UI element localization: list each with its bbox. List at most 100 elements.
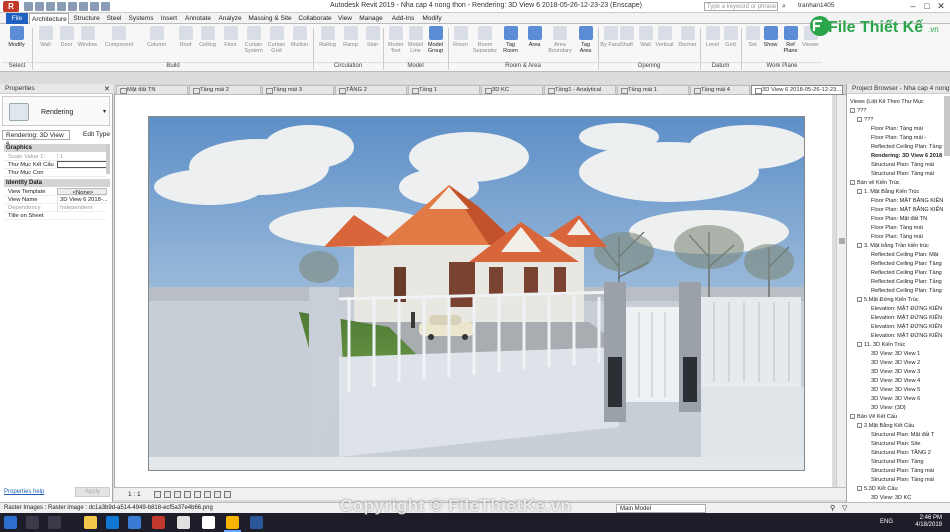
hide-icon[interactable] <box>214 491 221 498</box>
instance-selector[interactable]: Rendering: 3D View 6 <box>2 130 70 148</box>
apply-button[interactable]: Apply <box>75 487 110 497</box>
tab-add-ins[interactable]: Add-Ins <box>388 13 418 24</box>
active-model-select[interactable]: Main Model <box>616 504 706 513</box>
property-row[interactable]: Title on Sheet <box>4 212 106 220</box>
tab-structure[interactable]: Structure <box>71 13 102 24</box>
tab-file[interactable]: File <box>6 13 28 24</box>
temporary-hide-icon[interactable] <box>224 491 231 498</box>
browser-item[interactable]: 3D View: 3D View 5 <box>871 386 920 394</box>
browser-item[interactable]: Floor Plan: Tầng mái <box>871 233 923 241</box>
word-icon[interactable] <box>250 516 263 529</box>
browser-item[interactable]: -11. 3D Kiến Trúc <box>857 341 905 349</box>
property-row[interactable]: View Template <None> <box>4 188 107 196</box>
collapse-toggle-icon[interactable]: - <box>850 108 855 114</box>
tab-view[interactable]: View <box>336 13 354 24</box>
browser-item[interactable]: - Bản Vẽ Kết Cấu <box>850 413 897 421</box>
browser-item[interactable]: Reflected Ceiling Plan: Tầng <box>871 143 942 151</box>
collapse-toggle-icon[interactable]: - <box>857 117 862 123</box>
text-icon[interactable] <box>90 2 99 11</box>
modify-tool[interactable]: Modify <box>6 26 27 60</box>
view-tab[interactable]: Tầng1 - Analytical <box>544 85 616 95</box>
model-group-tool[interactable]: Model Group <box>425 26 446 60</box>
browser-item[interactable]: Reflected Ceiling Plan: Tầng <box>871 287 942 295</box>
undo-icon[interactable] <box>46 2 55 11</box>
browser-item[interactable]: Structural Plan: Tầng mái <box>871 476 934 484</box>
measure-icon[interactable] <box>79 2 88 11</box>
browser-item[interactable]: Views (Liệt Kê Theo Thư Mục <box>850 98 924 106</box>
view-scale[interactable]: 1 : 1 <box>128 491 141 498</box>
tab-massing-site[interactable]: Massing & Site <box>246 13 294 24</box>
roof-tool[interactable]: Roof <box>175 26 196 60</box>
search-icon[interactable]: ⌕ <box>782 3 786 11</box>
railing-tool[interactable]: Railing <box>317 26 338 60</box>
property-row[interactable]: Thư Mục Con <box>4 169 106 177</box>
edge-icon[interactable] <box>106 516 119 529</box>
view-tab[interactable]: TẦNG 2 <box>335 85 407 95</box>
view-tab-active[interactable]: 3D View 6 2018-05-26-12-23... <box>751 85 843 95</box>
print-icon[interactable] <box>68 2 77 11</box>
dormer-tool[interactable]: Dormer <box>677 26 698 60</box>
browser-item[interactable]: -2.Mặt Bằng Kết Cấu <box>857 422 914 430</box>
view-tab[interactable]: Tầng mái 1 <box>617 85 689 95</box>
column-tool[interactable]: Column <box>146 26 167 60</box>
browser-item[interactable]: Structural Plan: Tầng mái <box>871 161 934 169</box>
show-tool[interactable]: Show <box>760 26 781 60</box>
browser-item[interactable]: - Bản vẽ Kiến Trúc <box>850 179 900 187</box>
3d-view-icon[interactable] <box>101 2 110 11</box>
ref-plane-tool[interactable]: Ref Plane <box>780 26 801 60</box>
scroll-thumb[interactable] <box>839 238 845 244</box>
browser-item[interactable]: Reflected Ceiling Plan: Tầng <box>871 269 942 277</box>
tab-architecture[interactable]: Architecture <box>29 13 69 24</box>
view-tab[interactable]: 3D KC <box>481 85 543 95</box>
grid-tool[interactable]: Grid <box>720 26 741 60</box>
visual-style-icon[interactable] <box>164 491 171 498</box>
tab-manage[interactable]: Manage <box>356 13 386 24</box>
room-tool[interactable]: Room <box>450 26 471 60</box>
tab-annotate[interactable]: Annotate <box>182 13 214 24</box>
browser-item[interactable]: 3D View: {3D} <box>871 404 906 412</box>
system-clock[interactable]: 2:46 PM 4/18/2019 <box>915 515 942 529</box>
component-tool[interactable]: Component <box>104 26 134 60</box>
property-value-input[interactable] <box>57 161 107 168</box>
browser-item[interactable]: 3D View: 3D View 1 <box>871 350 920 358</box>
browser-item[interactable]: Structural Plan: Tầng mái <box>871 467 934 475</box>
input-language[interactable]: ENG <box>880 519 893 525</box>
browser-item[interactable]: Elevation: MẶT ĐỨNG KIẾN <box>871 305 942 313</box>
stair-tool[interactable]: Stair <box>362 26 383 60</box>
tab-steel[interactable]: Steel <box>104 13 124 24</box>
minimize-icon[interactable]: – <box>906 1 920 12</box>
notepad-icon[interactable] <box>202 516 215 529</box>
property-row[interactable]: View Name 3D View 6 2018-... <box>4 196 107 204</box>
task-view-icon[interactable] <box>48 516 61 529</box>
browser-item[interactable]: 3D View: 3D KC <box>871 494 911 502</box>
browser-item[interactable]: -5.Mặt Đứng Kiến Trúc <box>857 296 919 304</box>
browser-item[interactable]: Reflected Ceiling Plan: Mặt <box>871 251 938 259</box>
tab-analyze[interactable]: Analyze <box>216 13 244 24</box>
model-line-tool[interactable]: Model Line <box>405 26 426 60</box>
group-room-area[interactable]: Room & Area <box>449 62 597 71</box>
ceiling-tool[interactable]: Ceiling <box>197 26 218 60</box>
collapse-toggle-icon[interactable]: - <box>850 180 855 186</box>
browser-item[interactable]: Structural Plan: Tầng <box>871 458 923 466</box>
properties-help-link[interactable]: Properties help <box>4 489 44 495</box>
render-icon[interactable] <box>194 491 201 498</box>
browser-item[interactable]: Elevation: MẶT ĐỨNG KIẾN <box>871 332 942 340</box>
redo-icon[interactable] <box>57 2 66 11</box>
browser-item[interactable]: Structural Plan: Tầng mái <box>871 170 934 178</box>
store-icon[interactable] <box>128 516 141 529</box>
collapse-toggle-icon[interactable]: - <box>857 486 862 492</box>
browser-item[interactable]: 3D View: 3D View 4 <box>871 377 920 385</box>
mullion-tool[interactable]: Mullion <box>289 26 310 60</box>
start-icon[interactable] <box>4 516 17 529</box>
skype-icon[interactable] <box>152 516 165 529</box>
view-tab[interactable]: Mặt đất TN <box>116 85 188 95</box>
section-identity-data[interactable]: Identity Data <box>4 179 110 187</box>
search-input[interactable]: Type a keyword or phrase <box>704 2 778 11</box>
vertical-scrollbar[interactable] <box>836 95 846 487</box>
browser-item[interactable]: Floor Plan: Tầng mái - <box>871 134 926 142</box>
user-name[interactable]: tranhan1405 <box>798 2 835 9</box>
browser-item[interactable]: -??? <box>850 107 866 115</box>
browser-item[interactable]: -1. Mặt Bằng Kiến Trúc <box>857 188 919 196</box>
area-tool[interactable]: Area <box>524 26 545 60</box>
drawing-area[interactable]: ⊕ ▾ <box>114 95 946 487</box>
